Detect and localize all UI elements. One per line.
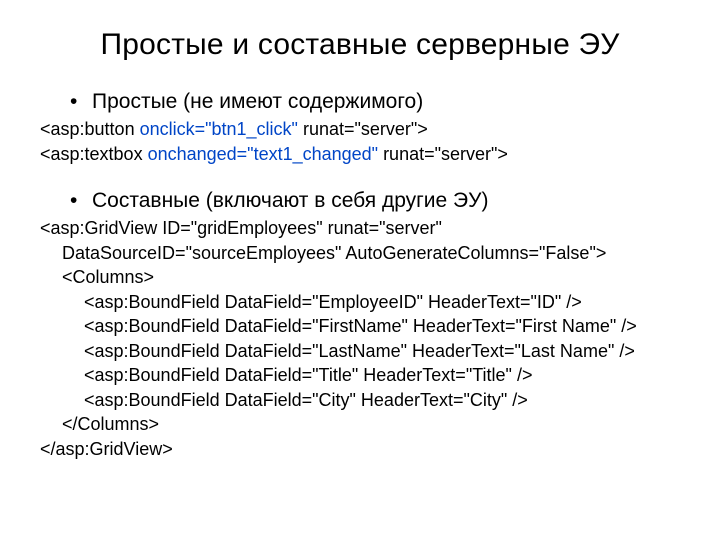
- code-gridview-attrs: DataSourceID="sourceEmployees" AutoGener…: [40, 242, 680, 265]
- code-attr: onclick="btn1_click": [140, 119, 298, 139]
- code-boundfield: <asp:BoundField DataField="EmployeeID" H…: [40, 291, 680, 314]
- code-text: <asp:textbox: [40, 144, 148, 164]
- code-columns-close: </Columns>: [40, 413, 680, 436]
- code-boundfield: <asp:BoundField DataField="Title" Header…: [40, 364, 680, 387]
- code-gridview-close: </asp:GridView>: [40, 438, 680, 461]
- code-boundfield: <asp:BoundField DataField="City" HeaderT…: [40, 389, 680, 412]
- code-text: runat="server">: [298, 119, 428, 139]
- bullet-simple: Простые (не имеют содержимого): [70, 90, 680, 114]
- code-textbox: <asp:textbox onchanged="text1_changed" r…: [40, 143, 680, 166]
- code-text: runat="server">: [378, 144, 508, 164]
- code-button: <asp:button onclick="btn1_click" runat="…: [40, 118, 680, 141]
- code-attr: onchanged="text1_changed": [148, 144, 378, 164]
- code-text: <asp:button: [40, 119, 140, 139]
- code-columns-open: <Columns>: [40, 266, 680, 289]
- code-gridview-open: <asp:GridView ID="gridEmployees" runat="…: [40, 217, 680, 240]
- code-boundfield: <asp:BoundField DataField="LastName" Hea…: [40, 340, 680, 363]
- bullet-composite: Составные (включают в себя другие ЭУ): [70, 189, 680, 213]
- code-boundfield: <asp:BoundField DataField="FirstName" He…: [40, 315, 680, 338]
- slide-title: Простые и составные серверные ЭУ: [40, 28, 680, 62]
